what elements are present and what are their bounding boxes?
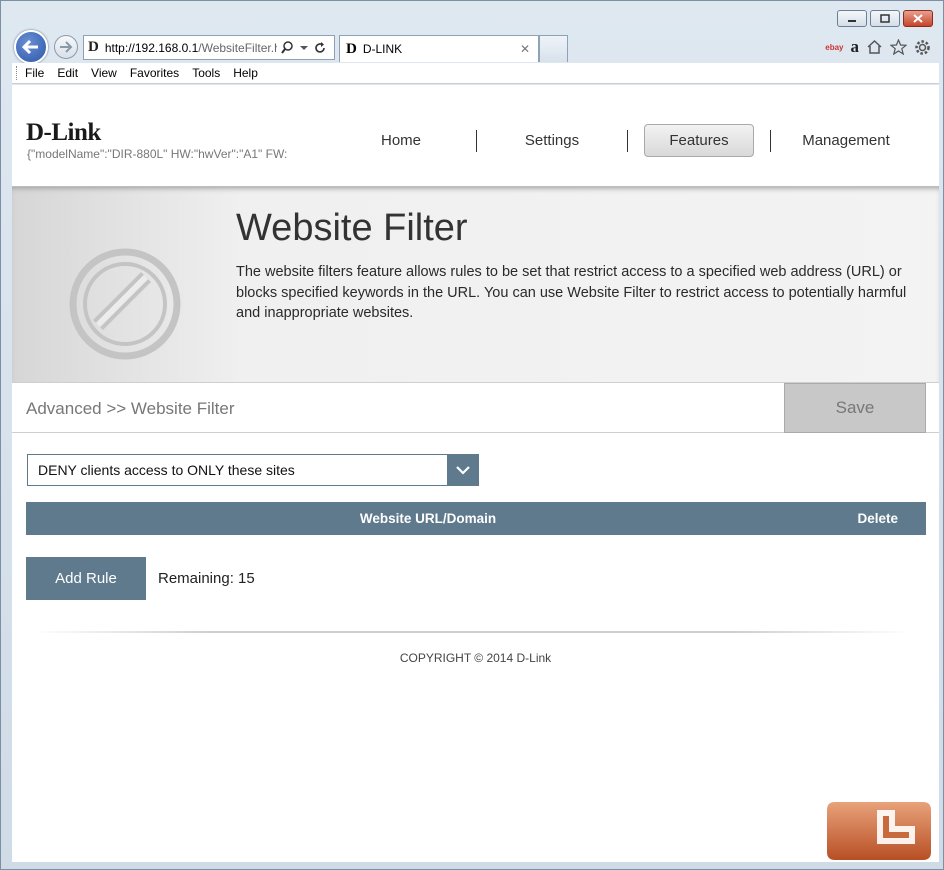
address-bar[interactable]: D http://192.168.0.1/WebsiteFilter.html <box>83 35 335 60</box>
settings-gear-icon[interactable] <box>914 39 931 56</box>
select-arrow[interactable] <box>447 455 478 485</box>
nav-settings[interactable]: Settings <box>493 124 611 157</box>
rules-table-header: Website URL/Domain Delete <box>26 502 926 535</box>
column-website-url: Website URL/Domain <box>359 511 497 526</box>
restore-icon <box>880 14 890 23</box>
site-favicon-icon: D <box>88 39 99 55</box>
menu-file[interactable]: File <box>25 66 44 80</box>
filter-mode-select[interactable]: DENY clients access to ONLY these sites <box>27 454 479 486</box>
minimize-icon <box>848 19 856 22</box>
main-nav: Home Settings Features Management <box>342 124 905 157</box>
menu-bar: File Edit View Favorites Tools Help <box>12 63 939 84</box>
address-url[interactable]: http://192.168.0.1/WebsiteFilter.html <box>105 41 277 55</box>
refresh-icon[interactable] <box>314 41 326 54</box>
tab-close-icon[interactable]: ✕ <box>520 42 530 56</box>
forward-button[interactable] <box>54 35 78 59</box>
menu-view[interactable]: View <box>91 66 117 80</box>
page-title: Website Filter <box>236 207 468 249</box>
add-rule-button[interactable]: Add Rule <box>26 557 146 600</box>
browser-window: D http://192.168.0.1/WebsiteFilter.html … <box>0 0 944 870</box>
nav-separator <box>627 129 628 152</box>
favorites-star-icon[interactable] <box>890 39 907 55</box>
dlink-logo: D-Link <box>26 119 101 146</box>
menu-tools[interactable]: Tools <box>192 66 220 80</box>
search-icon[interactable] <box>281 41 294 54</box>
watermark-logo-icon <box>827 802 931 860</box>
menu-edit[interactable]: Edit <box>57 66 78 80</box>
copyright-text: COPYRIGHT © 2014 D-Link <box>399 651 552 665</box>
column-delete: Delete <box>857 511 898 526</box>
tab-dlink[interactable]: D D-LINK ✕ <box>339 35 539 62</box>
restore-button[interactable] <box>870 10 900 27</box>
forward-arrow-icon <box>60 41 73 53</box>
tab-title: D-LINK <box>362 42 403 56</box>
menu-grip <box>16 66 19 80</box>
back-arrow-icon <box>22 39 38 55</box>
page-content: D-Link {"modelName":"DIR-880L" HW:"hwVer… <box>12 85 939 862</box>
ebay-icon[interactable]: ebay <box>825 43 843 52</box>
amazon-icon[interactable]: a <box>851 37 860 57</box>
dropdown-chevron-icon[interactable] <box>299 45 308 51</box>
footer-divider <box>32 631 912 633</box>
new-tab-button[interactable] <box>539 35 568 62</box>
nav-separator <box>476 129 477 152</box>
nav-features[interactable]: Features <box>644 124 754 157</box>
filter-mode-value: DENY clients access to ONLY these sites <box>38 462 295 478</box>
browser-toolbar: ebay a <box>825 37 931 57</box>
router-header: D-Link {"modelName":"DIR-880L" HW:"hwVer… <box>12 85 939 186</box>
back-button[interactable] <box>14 30 48 64</box>
menu-help[interactable]: Help <box>233 66 258 80</box>
home-icon[interactable] <box>866 39 883 55</box>
tab-favicon-icon: D <box>346 40 357 57</box>
remaining-count: Remaining: 15 <box>158 570 255 587</box>
page-description: The website filters feature allows rules… <box>236 264 907 321</box>
nav-separator <box>770 129 771 152</box>
close-window-button[interactable] <box>903 10 933 27</box>
breadcrumb-bar: Advanced >> Website Filter Save <box>12 382 939 433</box>
nav-home[interactable]: Home <box>342 124 460 157</box>
minimize-button[interactable] <box>837 10 867 27</box>
chevron-down-icon <box>455 465 470 475</box>
save-button[interactable]: Save <box>784 383 926 433</box>
model-info: {"modelName":"DIR-880L" HW:"hwVer":"A1" … <box>27 147 288 161</box>
menu-favorites[interactable]: Favorites <box>130 66 179 80</box>
window-controls <box>837 10 933 27</box>
no-entry-filter-icon <box>69 248 181 360</box>
page-banner: Website Filter The website filters featu… <box>12 186 939 382</box>
close-icon <box>913 14 923 23</box>
address-host: http://192.168.0.1 <box>104 40 199 55</box>
breadcrumb: Advanced >> Website Filter <box>26 399 235 418</box>
nav-management[interactable]: Management <box>787 124 905 157</box>
address-path: /WebsiteFilter.html <box>198 40 277 55</box>
